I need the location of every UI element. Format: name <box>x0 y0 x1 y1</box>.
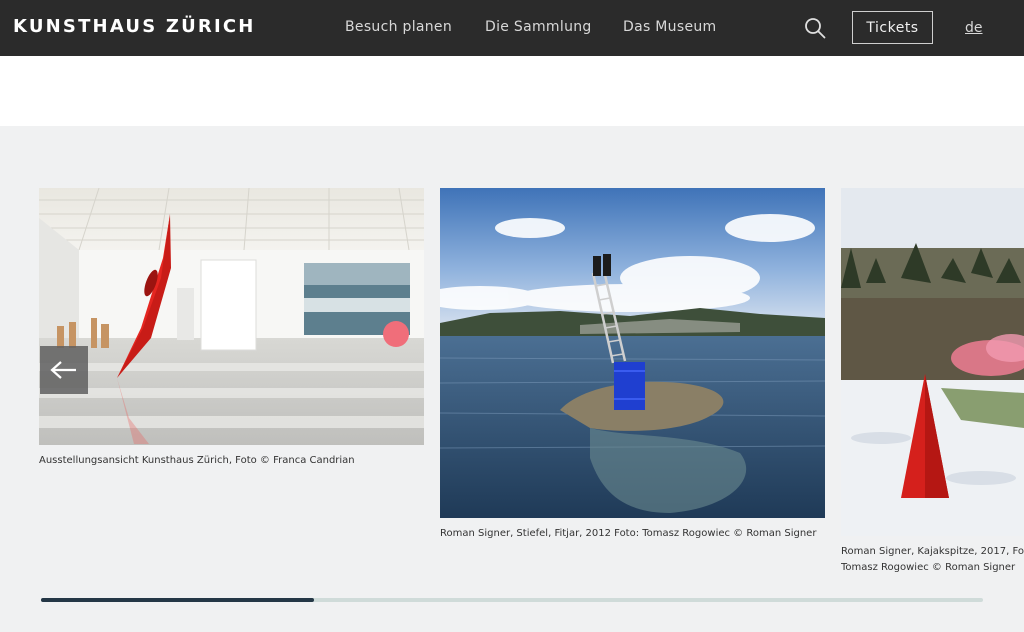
top-navigation-bar: KUNSTHAUS ZÜRICH Besuch planen Die Samml… <box>0 0 1024 56</box>
caption-exhibition-view: Ausstellungsansicht Kunsthaus Zürich, Fo… <box>39 455 355 466</box>
kunsthaus-logo[interactable]: KUNSTHAUS ZÜRICH <box>13 16 256 37</box>
white-spacer <box>0 56 1024 126</box>
nav-die-sammlung[interactable]: Die Sammlung <box>485 19 592 35</box>
language-switch[interactable]: de <box>965 20 983 36</box>
caption-kajakspitze: Roman Signer, Kajakspitze, 2017, Foto: T… <box>841 546 1024 573</box>
search-icon[interactable] <box>804 17 826 39</box>
previous-slide-button[interactable] <box>40 346 88 394</box>
gallery-slide-exhibition-view[interactable] <box>39 188 424 445</box>
arrow-left-icon <box>50 361 76 379</box>
kajakspitze-photo <box>841 188 1024 536</box>
gallery-slide-kajakspitze[interactable] <box>841 188 1024 536</box>
caption-stiefel-fitjar: Roman Signer, Stiefel, Fitjar, 2012 Foto… <box>440 528 817 539</box>
gallery-progress-fill <box>41 598 315 602</box>
nav-das-museum[interactable]: Das Museum <box>623 19 716 35</box>
gallery-progress-track[interactable] <box>41 598 983 602</box>
tickets-button[interactable]: Tickets <box>852 11 933 44</box>
nav-besuch-planen[interactable]: Besuch planen <box>345 19 452 35</box>
stiefel-fitjar-photo <box>440 188 825 518</box>
gallery-slide-stiefel-fitjar[interactable] <box>440 188 825 518</box>
exhibition-photo <box>39 188 424 445</box>
